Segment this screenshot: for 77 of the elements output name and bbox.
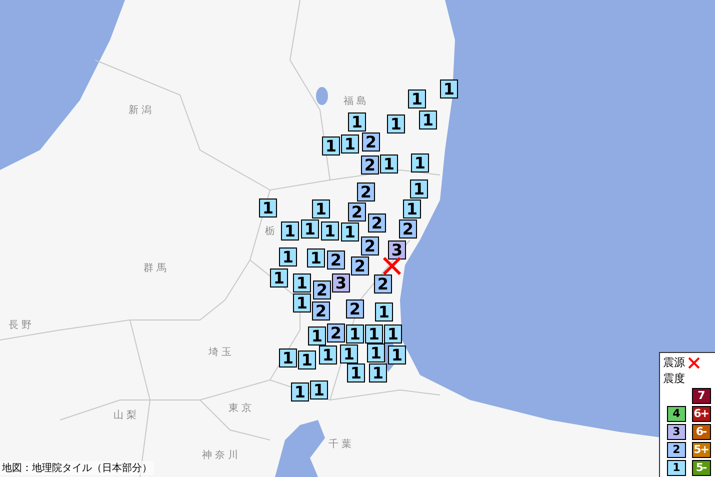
intensity-marker: 1 xyxy=(384,324,402,344)
region-label: 神 奈 川 xyxy=(202,448,238,462)
epicenter-label: 震源 xyxy=(663,355,685,370)
intensity-swatch: 5+ xyxy=(692,442,711,458)
region-label: 埼 玉 xyxy=(208,346,232,359)
intensity-marker: 3 xyxy=(388,240,406,260)
intensity-swatch: 6+ xyxy=(692,406,711,422)
region-label: 東 京 xyxy=(228,402,252,415)
intensity-marker: 1 xyxy=(440,80,458,98)
intensity-marker: 1 xyxy=(388,346,406,364)
intensity-marker: 1 xyxy=(380,154,398,174)
intensity-marker: 2 xyxy=(362,132,380,152)
intensity-marker: 1 xyxy=(307,248,325,268)
intensity-swatch: 3 xyxy=(667,424,686,440)
intensity-marker: 2 xyxy=(361,156,379,174)
intensity-marker: 2 xyxy=(399,220,417,238)
region-label: 群 馬 xyxy=(143,262,167,275)
region-label: 新 潟 xyxy=(128,104,152,117)
intensity-marker: 2 xyxy=(327,324,345,342)
intensity-marker: 1 xyxy=(308,326,326,346)
intensity-marker: 1 xyxy=(310,380,328,400)
intensity-marker: 1 xyxy=(410,180,428,198)
region-label: 長 野 xyxy=(8,319,32,332)
intensity-marker: 1 xyxy=(279,248,297,266)
intensity-marker: 1 xyxy=(281,222,299,240)
intensity-marker: 1 xyxy=(312,200,330,218)
intensity-marker: 1 xyxy=(375,302,393,322)
intensity-label: 震度 xyxy=(663,371,686,386)
intensity-swatch: 1 xyxy=(667,460,686,476)
region-label: 福 島 xyxy=(343,94,367,108)
intensity-marker: 2 xyxy=(361,236,379,256)
intensity-marker: 2 xyxy=(313,280,331,300)
region-label: 山 梨 xyxy=(113,408,137,422)
intensity-marker: 1 xyxy=(322,136,340,156)
intensity-marker: 1 xyxy=(293,274,311,292)
intensity-marker: 2 xyxy=(346,300,364,318)
intensity-marker: 1 xyxy=(341,134,359,154)
intensity-swatch: 4 xyxy=(667,406,686,422)
intensity-marker: 1 xyxy=(419,110,437,130)
region-label: 栃 xyxy=(265,224,275,238)
epicenter-icon xyxy=(382,256,402,276)
intensity-marker: 1 xyxy=(347,364,365,382)
intensity-marker: 1 xyxy=(301,220,319,238)
intensity-marker: 1 xyxy=(346,324,364,344)
intensity-swatch: 2 xyxy=(667,442,686,458)
intensity-marker: 1 xyxy=(321,222,339,240)
map-attribution: 地図：地理院タイル（日本部分） xyxy=(0,461,154,475)
intensity-marker: 1 xyxy=(408,90,426,108)
intensity-marker: 1 xyxy=(387,114,405,134)
intensity-marker: 2 xyxy=(351,256,369,276)
intensity-marker: 1 xyxy=(369,364,387,382)
intensity-marker: 1 xyxy=(291,382,309,402)
intensity-marker: 1 xyxy=(259,198,277,218)
intensity-marker: 1 xyxy=(340,344,358,364)
intensity-marker: 1 xyxy=(341,222,359,242)
intensity-marker: 1 xyxy=(319,346,337,364)
intensity-marker: 2 xyxy=(327,250,345,270)
epicenter-icon xyxy=(688,356,700,368)
intensity-marker: 1 xyxy=(270,268,288,288)
intensity-marker: 2 xyxy=(312,302,330,320)
intensity-marker: 2 xyxy=(368,214,386,232)
region-label: 千 葉 xyxy=(328,438,352,451)
intensity-marker: 1 xyxy=(365,324,383,344)
intensity-marker: 2 xyxy=(357,182,375,202)
intensity-marker: 2 xyxy=(374,274,392,294)
intensity-marker: 1 xyxy=(293,294,311,312)
intensity-marker: 1 xyxy=(403,200,421,218)
intensity-swatch: 7 xyxy=(692,388,711,404)
intensity-marker: 3 xyxy=(332,274,350,292)
intensity-marker: 1 xyxy=(279,348,297,368)
intensity-marker: 1 xyxy=(348,112,366,132)
intensity-marker: 1 xyxy=(411,154,429,172)
intensity-marker: 2 xyxy=(348,202,366,222)
intensity-swatch: 5- xyxy=(692,460,711,476)
intensity-marker: 1 xyxy=(367,344,385,362)
intensity-marker: 1 xyxy=(298,350,316,370)
intensity-swatch: 6- xyxy=(692,424,711,440)
